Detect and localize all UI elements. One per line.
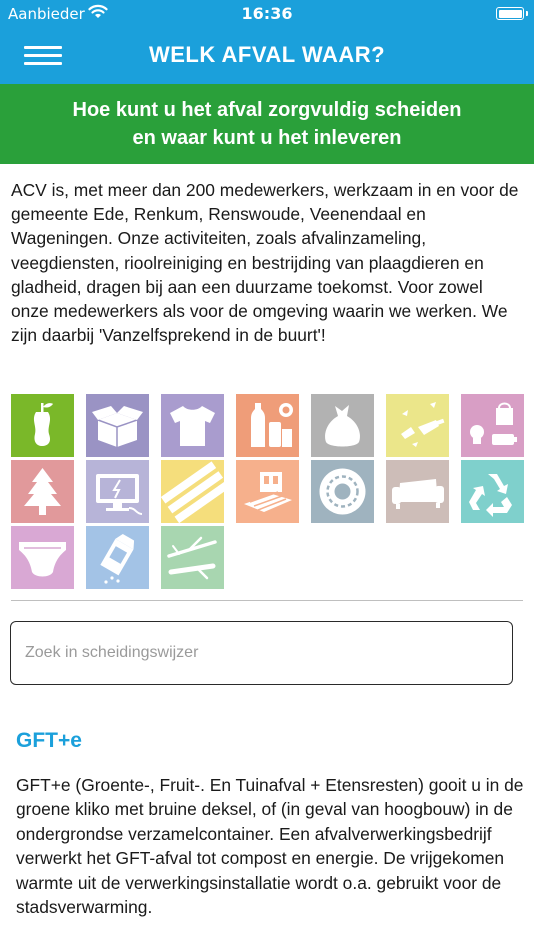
category-tile-diapers[interactable] <box>11 526 74 589</box>
category-tile-paper[interactable] <box>86 394 149 457</box>
category-tile-wood[interactable] <box>161 460 224 523</box>
tshirt-icon <box>161 394 224 457</box>
trash-bag-icon <box>311 394 374 457</box>
page-title: WELK AFVAL WAAR? <box>148 42 386 67</box>
clock: 16:36 <box>241 4 293 23</box>
recycle-icon <box>461 460 524 523</box>
divider <box>11 600 523 601</box>
category-tile-textile[interactable] <box>161 394 224 457</box>
banner-line-2: en waar kunt u het inleveren <box>132 127 402 149</box>
category-tile-recycle[interactable] <box>461 460 524 523</box>
electronics-icon <box>86 460 149 523</box>
chemical-waste-icon <box>461 394 524 457</box>
category-tile-bulky[interactable] <box>386 460 449 523</box>
section-body: GFT+e (Groente-, Fruit-. En Tuinafval + … <box>16 775 524 918</box>
category-tile-residual[interactable] <box>311 394 374 457</box>
category-tile-gft[interactable] <box>11 394 74 457</box>
wood-planks-icon <box>161 460 224 523</box>
category-tile-electronics[interactable] <box>86 460 149 523</box>
category-tile-glass[interactable] <box>386 394 449 457</box>
banner-line-1: Hoe kunt u het afval zorgvuldig scheiden <box>72 99 462 121</box>
category-tile-tires[interactable] <box>311 460 374 523</box>
info-banner: Hoe kunt u het afval zorgvuldig scheiden… <box>0 84 534 164</box>
battery-tip <box>526 11 528 16</box>
search-input[interactable] <box>10 621 513 685</box>
sofa-icon <box>386 460 449 523</box>
diaper-icon <box>11 526 74 589</box>
category-tile-garden[interactable] <box>11 460 74 523</box>
category-tile-rubble[interactable] <box>236 460 299 523</box>
cardboard-box-icon <box>86 394 149 457</box>
apple-core-icon <box>11 394 74 457</box>
nav-bar: WELK AFVAL WAAR? <box>0 28 534 84</box>
branches-icon <box>161 526 224 589</box>
section-title: GFT+e <box>16 729 82 752</box>
bottles-cans-icon <box>236 394 299 457</box>
battery-icon <box>496 7 524 20</box>
category-tile-plastic[interactable] <box>236 394 299 457</box>
building-rubble-icon <box>236 460 299 523</box>
category-tile-branches[interactable] <box>161 526 224 589</box>
status-bar: Aanbieder 16:36 <box>0 0 534 28</box>
milk-carton-icon <box>86 526 149 589</box>
intro-text: ACV is, met meer dan 200 medewerkers, we… <box>11 180 519 346</box>
tree-icon <box>11 460 74 523</box>
category-tile-cartons[interactable] <box>86 526 149 589</box>
category-tile-kca[interactable] <box>461 394 524 457</box>
broken-glass-icon <box>386 394 449 457</box>
tire-icon <box>311 460 374 523</box>
